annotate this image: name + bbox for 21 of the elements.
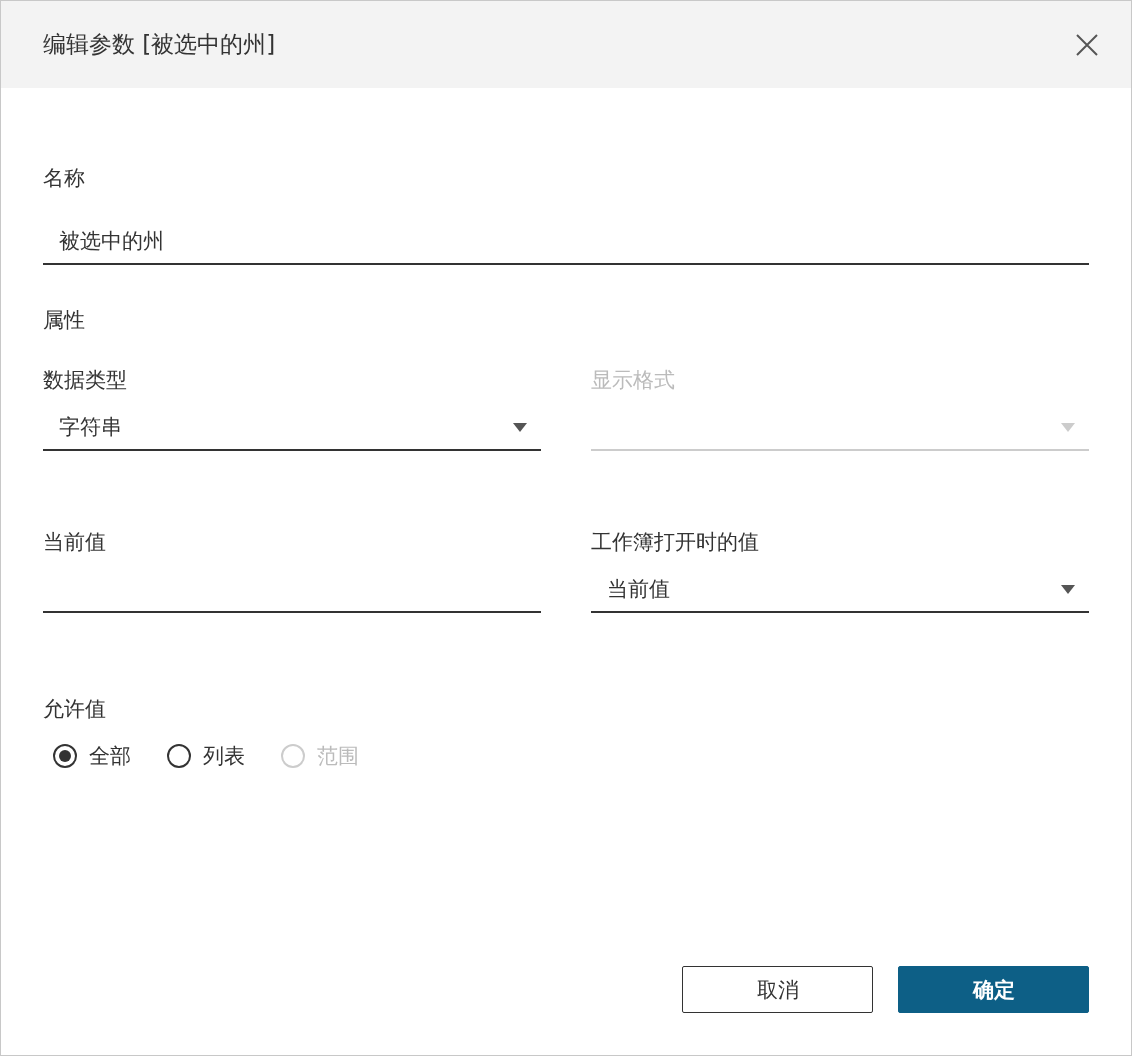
caret-icon — [1061, 422, 1075, 432]
name-field[interactable]: 被选中的州 — [43, 219, 1089, 265]
radio-button[interactable] — [53, 744, 77, 768]
caret-icon — [513, 422, 527, 432]
close-icon[interactable] — [1075, 32, 1099, 57]
radio-option[interactable]: 列表 — [167, 741, 245, 771]
field-label: 显示格式 — [591, 367, 675, 394]
dropdown[interactable]: 当前值 — [591, 567, 1089, 613]
ok-button[interactable]: 确定 — [898, 966, 1089, 1013]
dialog-title: 编辑参数 [被选中的州] — [43, 30, 276, 59]
section-heading: 属性 — [43, 307, 85, 334]
field-label: 当前值 — [43, 529, 106, 556]
cancel-button[interactable]: 取消 — [682, 966, 873, 1013]
field-label: 数据类型 — [43, 367, 127, 394]
radio-option[interactable]: 全部 — [53, 741, 131, 771]
field-label: 允许值 — [43, 696, 106, 723]
field-label: 工作簿打开时的值 — [591, 529, 759, 556]
dropdown[interactable]: 字符串 — [43, 405, 541, 451]
caret-icon — [1061, 584, 1075, 594]
field-label: 名称 — [43, 165, 85, 192]
radio-button[interactable] — [167, 744, 191, 768]
